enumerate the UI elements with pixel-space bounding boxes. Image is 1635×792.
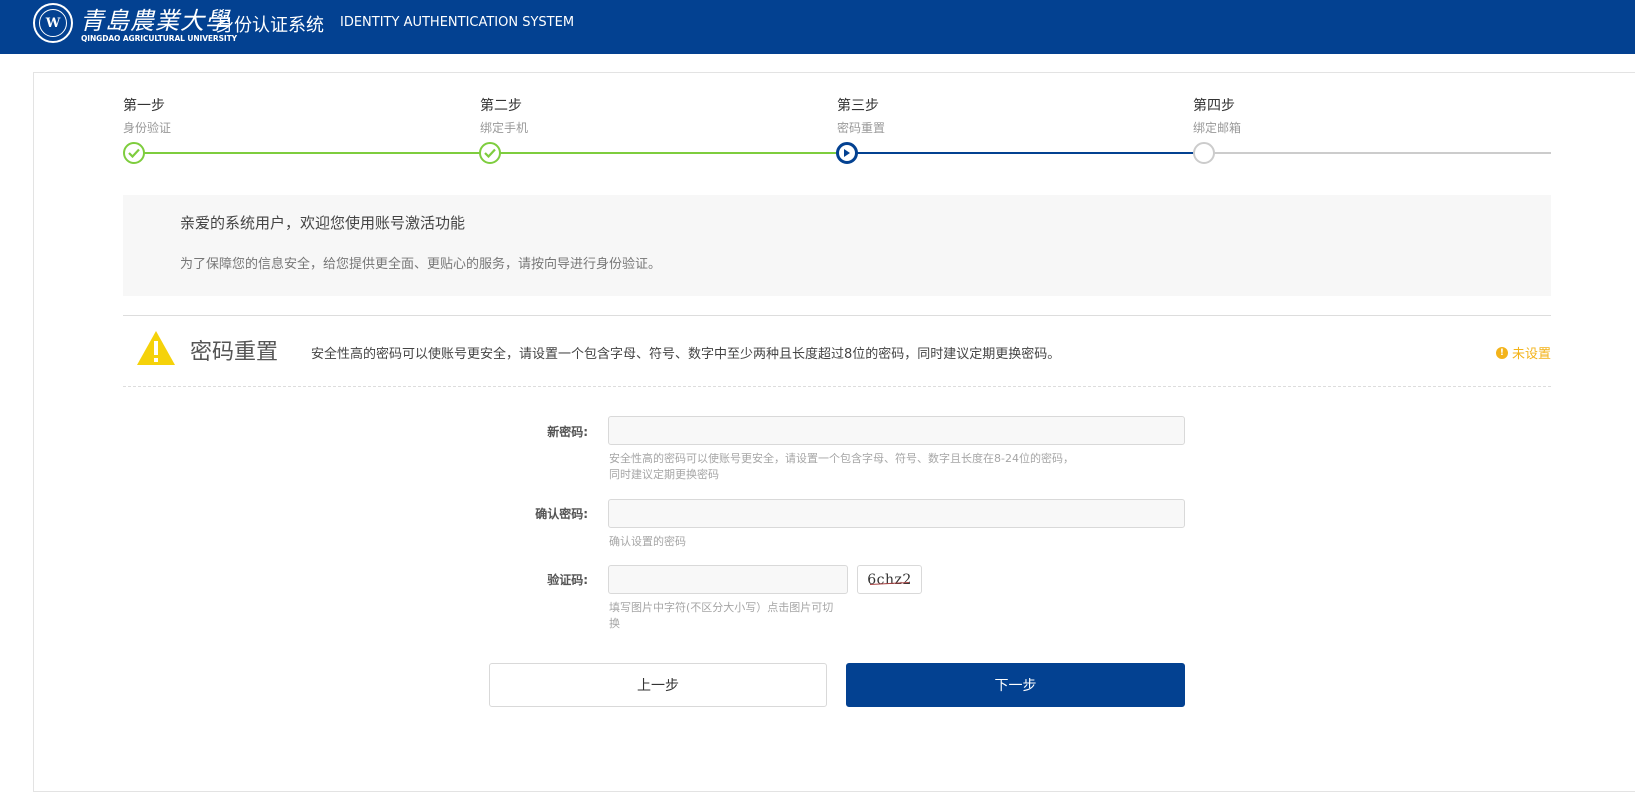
university-name-en: QINGDAO AGRICULTURAL UNIVERSITY bbox=[81, 34, 237, 43]
step-4-subtitle: 绑定邮箱 bbox=[1193, 121, 1242, 135]
new-password-label: 新密码: bbox=[547, 425, 588, 439]
step-4-empty-circle-icon bbox=[1193, 142, 1215, 164]
captcha-input[interactable] bbox=[608, 565, 848, 594]
section-divider-top bbox=[123, 315, 1551, 316]
new-password-hint-line2: 同时建议定期更换密码 bbox=[609, 468, 719, 481]
system-title-cn: 身份认证系统 bbox=[216, 15, 324, 36]
captcha-image[interactable]: 6chz2 bbox=[857, 565, 922, 594]
step-connector-1 bbox=[134, 152, 490, 154]
section-title: 密码重置 bbox=[190, 340, 279, 365]
seal-letter: W bbox=[39, 9, 67, 37]
status-text: 未设置 bbox=[1511, 347, 1551, 362]
captcha-hint-line1: 填写图片中字符(不区分大小写）点击图片可切 bbox=[609, 601, 834, 614]
step-connector-2 bbox=[490, 152, 847, 154]
section-description: 安全性高的密码可以使账号更安全，请设置一个包含字母、符号、数字中至少两种且长度超… bbox=[311, 347, 1061, 362]
university-seal-logo: W bbox=[33, 3, 73, 43]
top-header-bar: W 青島農業大學 QINGDAO AGRICULTURAL UNIVERSITY… bbox=[0, 0, 1635, 54]
step-3-subtitle: 密码重置 bbox=[837, 121, 886, 135]
captcha-hint-line2: 换 bbox=[609, 617, 620, 630]
step-2-subtitle: 绑定手机 bbox=[480, 121, 529, 135]
status-badge: ! 未设置 bbox=[1495, 343, 1551, 362]
section-divider-dashed bbox=[123, 386, 1551, 387]
step-1-title: 第一步 bbox=[123, 98, 165, 114]
new-password-input[interactable] bbox=[608, 416, 1185, 445]
step-4-title: 第四步 bbox=[1193, 98, 1235, 114]
next-step-button[interactable]: 下一步 bbox=[846, 663, 1185, 707]
step-1-subtitle: 身份验证 bbox=[123, 121, 172, 135]
warning-triangle-icon bbox=[137, 331, 175, 365]
step-2-check-icon bbox=[479, 142, 501, 164]
confirm-password-label: 确认密码: bbox=[535, 507, 588, 521]
welcome-description: 为了保障您的信息安全，给您提供更全面、更贴心的服务，请按向导进行身份验证。 bbox=[180, 257, 662, 272]
exclamation-icon: ! bbox=[1495, 346, 1508, 359]
previous-step-button[interactable]: 上一步 bbox=[489, 663, 827, 707]
step-3-title: 第三步 bbox=[837, 98, 879, 114]
confirm-password-hint: 确认设置的密码 bbox=[609, 535, 686, 548]
step-connector-3 bbox=[847, 152, 1204, 154]
system-title-en: IDENTITY AUTHENTICATION SYSTEM bbox=[340, 15, 575, 30]
captcha-label: 验证码: bbox=[547, 573, 588, 587]
welcome-title: 亲爱的系统用户，欢迎您使用账号激活功能 bbox=[180, 214, 466, 232]
confirm-password-input[interactable] bbox=[608, 499, 1185, 528]
step-2-title: 第二步 bbox=[480, 98, 522, 114]
university-name-cn: 青島農業大學 bbox=[80, 7, 230, 35]
new-password-hint-line1: 安全性高的密码可以使账号更安全，请设置一个包含字母、符号、数字且长度在8-24位… bbox=[609, 452, 1074, 465]
welcome-box: 亲爱的系统用户，欢迎您使用账号激活功能 为了保障您的信息安全，给您提供更全面、更… bbox=[123, 195, 1551, 296]
step-connector-4 bbox=[1204, 152, 1551, 154]
captcha-text: 6chz2 bbox=[867, 571, 912, 588]
step-3-play-icon bbox=[836, 142, 858, 164]
step-1-check-icon bbox=[123, 142, 145, 164]
